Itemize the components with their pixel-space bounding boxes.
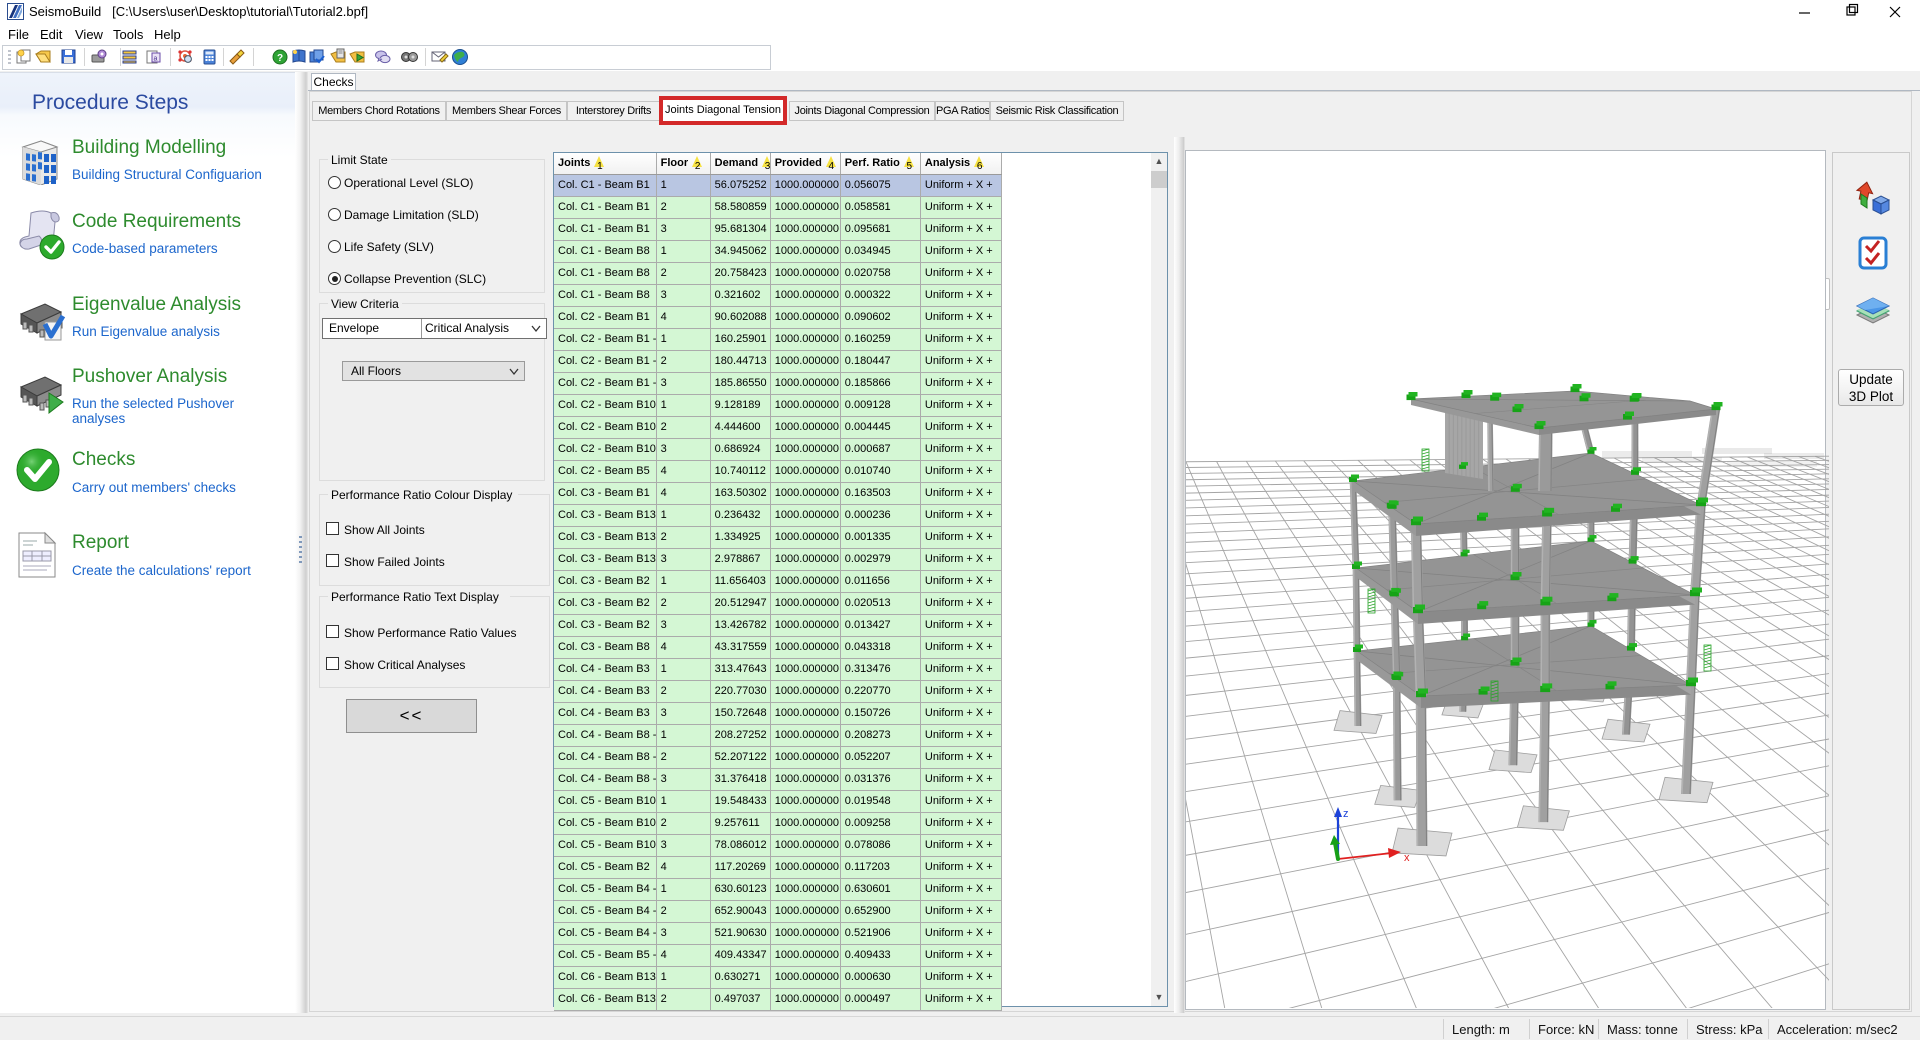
- svg-text:a: a: [154, 56, 158, 63]
- svg-text:x: x: [1404, 852, 1410, 864]
- svg-text:?: ?: [277, 53, 283, 64]
- svg-text:z: z: [1343, 808, 1349, 820]
